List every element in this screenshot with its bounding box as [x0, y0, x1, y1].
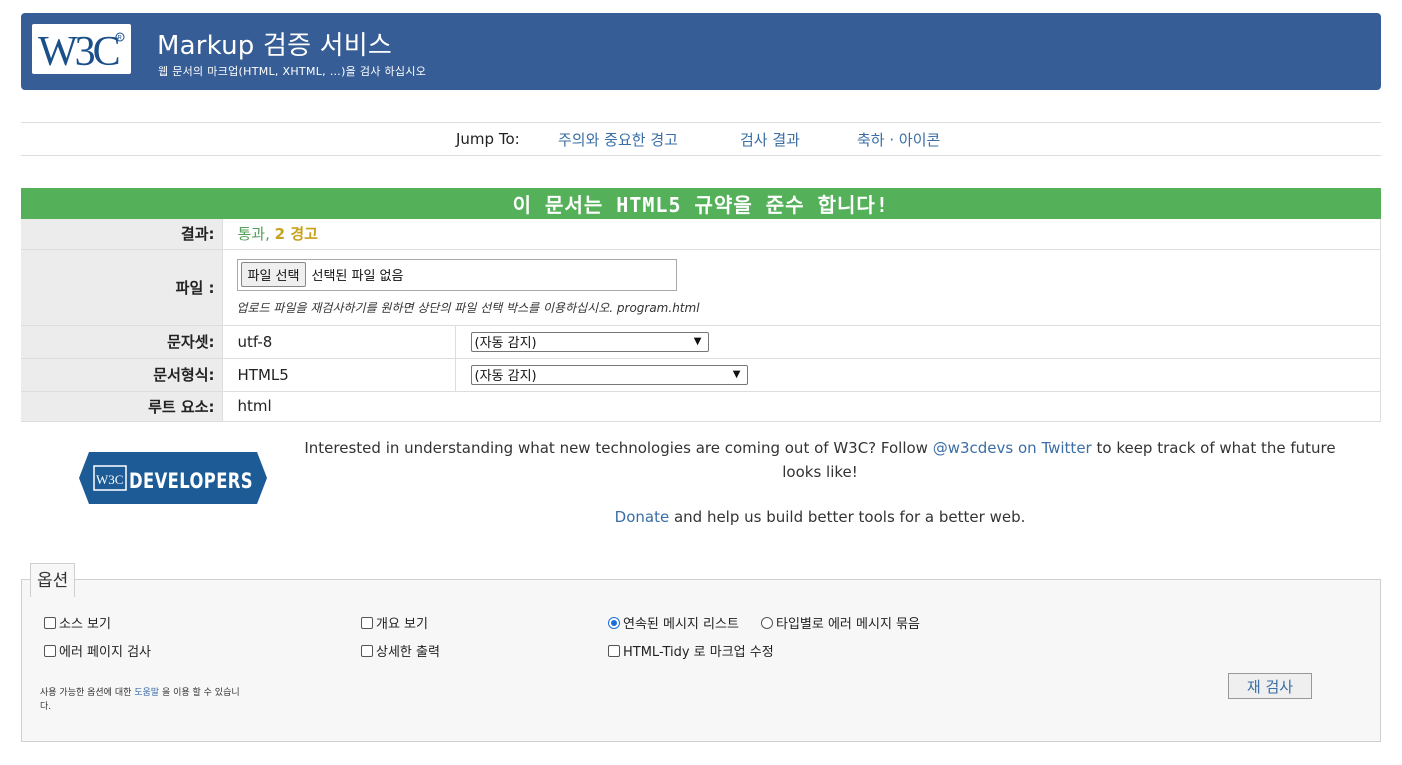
error-page-label: 에러 페이지 검사 — [59, 645, 151, 660]
charset-label: 문자셋: — [21, 325, 223, 359]
list-sequential-radio[interactable] — [608, 616, 620, 629]
show-outline-label: 개요 보기 — [376, 617, 428, 632]
w3c-logo-icon: W3C R — [38, 29, 124, 71]
w3c-developers-icon: W3C DEVELOPERS — [79, 452, 267, 504]
list-sequential-option[interactable]: 연속된 메시지 리스트 — [608, 613, 739, 632]
help-link[interactable]: 도움말 — [134, 688, 159, 698]
file-label: 파일 : — [21, 249, 223, 326]
tidy-checkbox[interactable] — [608, 644, 620, 657]
jump-link-results[interactable]: 검사 결과 — [740, 129, 800, 150]
file-status: 선택된 파일 없음 — [311, 269, 404, 284]
show-source-option[interactable]: 소스 보기 — [44, 613, 111, 632]
doctype-value: HTML5 — [222, 358, 456, 392]
result-value: 통과, 2 경고 — [222, 219, 1381, 250]
chevron-down-icon: ▼ — [732, 369, 741, 380]
promo-text-before: Interested in understanding what new tec… — [304, 439, 933, 457]
charset-select-cell: (자동 감지) ▼ — [455, 325, 1381, 359]
svg-text:DEVELOPERS: DEVELOPERS — [129, 469, 253, 493]
result-table: 이 문서는 HTML5 규약을 준수 합니다! 결과: 통과, 2 경고 파일 … — [21, 188, 1381, 422]
doctype-select[interactable]: (자동 감지) ▼ — [470, 364, 748, 385]
donate-text: Donate and help us build better tools fo… — [300, 508, 1340, 526]
options-help-text: 사용 가능한 옵션에 대한 도움말 을 이용 할 수 있습니다. — [40, 686, 240, 714]
help-text-before: 사용 가능한 옵션에 대한 — [40, 688, 135, 698]
show-source-checkbox[interactable] — [44, 616, 56, 629]
jump-to-nav: Jump To: 주의와 중요한 경고 검사 결과 축하 · 아이콘 — [21, 122, 1381, 156]
warnings-link[interactable]: 2 경고 — [275, 225, 318, 243]
svg-text:R: R — [117, 36, 122, 42]
donate-link[interactable]: Donate — [615, 508, 670, 526]
pass-text: 통과, — [237, 225, 270, 244]
jump-link-congrats[interactable]: 축하 · 아이콘 — [857, 129, 940, 150]
header-banner: W3C R Markup 검증 서비스 웹 문서의 마크업(HTML, XHTM… — [21, 13, 1381, 90]
svg-text:W3C: W3C — [38, 29, 119, 71]
list-sequential-label: 연속된 메시지 리스트 — [623, 617, 739, 632]
file-cell: 파일 선택 선택된 파일 없음 업로드 파일을 재검사하기를 원하면 상단의 파… — [222, 249, 1381, 326]
promo-text: Interested in understanding what new tec… — [300, 436, 1340, 484]
group-by-type-option[interactable]: 타입별로 에러 메시지 묶음 — [761, 613, 920, 632]
verbose-label: 상세한 출력 — [376, 645, 440, 660]
svg-text:W3C: W3C — [96, 472, 123, 487]
file-input[interactable]: 파일 선택 선택된 파일 없음 — [236, 258, 677, 291]
chevron-down-icon: ▼ — [693, 336, 702, 347]
show-outline-checkbox[interactable] — [361, 616, 373, 629]
recheck-button[interactable]: 재 검사 — [1228, 673, 1312, 699]
tidy-label: HTML-Tidy 로 마크업 수정 — [623, 645, 774, 660]
verbose-checkbox[interactable] — [361, 644, 373, 657]
result-label: 결과: — [21, 219, 223, 250]
group-by-type-label: 타입별로 에러 메시지 묶음 — [776, 617, 920, 632]
options-legend[interactable]: 옵션 — [30, 563, 76, 597]
tidy-option[interactable]: HTML-Tidy 로 마크업 수정 — [608, 641, 774, 660]
jump-to-label: Jump To: — [456, 130, 520, 148]
charset-select-value: (자동 감지) — [474, 336, 537, 351]
group-by-type-radio[interactable] — [761, 616, 773, 629]
show-outline-option[interactable]: 개요 보기 — [361, 613, 428, 632]
page-subtitle: 웹 문서의 마크업(HTML, XHTML, …)을 검사 하십시오 — [158, 65, 427, 78]
verbose-option[interactable]: 상세한 출력 — [361, 641, 440, 660]
w3c-developers-logo[interactable]: W3C DEVELOPERS — [79, 452, 267, 508]
validation-status-header: 이 문서는 HTML5 규약을 준수 합니다! — [21, 188, 1381, 219]
doctype-label: 문서형식: — [21, 358, 223, 392]
root-element-value: html — [222, 391, 1381, 422]
jump-link-warnings[interactable]: 주의와 중요한 경고 — [558, 129, 678, 150]
doctype-select-cell: (자동 감지) ▼ — [455, 358, 1381, 392]
options-panel — [21, 579, 1381, 742]
error-page-option[interactable]: 에러 페이지 검사 — [44, 641, 151, 660]
doctype-select-value: (자동 감지) — [474, 369, 537, 384]
w3c-logo[interactable]: W3C R — [32, 24, 131, 74]
file-hint: 업로드 파일을 재검사하기를 원하면 상단의 파일 선택 박스를 이용하십시오.… — [236, 300, 700, 315]
page-title: Markup 검증 서비스 — [157, 31, 393, 61]
charset-select[interactable]: (자동 감지) ▼ — [470, 331, 709, 352]
error-page-checkbox[interactable] — [44, 644, 56, 657]
charset-value: utf-8 — [222, 325, 456, 359]
show-source-label: 소스 보기 — [59, 617, 111, 632]
twitter-link[interactable]: @w3cdevs on Twitter — [933, 439, 1092, 457]
choose-file-button[interactable]: 파일 선택 — [240, 262, 307, 287]
donate-text-rest: and help us build better tools for a bet… — [669, 508, 1026, 526]
root-element-label: 루트 요소: — [21, 391, 223, 422]
